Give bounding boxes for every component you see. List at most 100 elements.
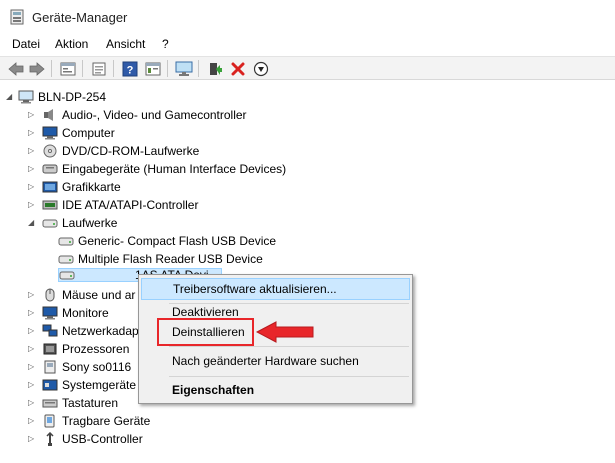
expand-icon[interactable]: ▷: [28, 435, 36, 443]
expand-icon[interactable]: ▷: [28, 381, 36, 389]
tree-category-row[interactable]: ▷ USB-Controller: [28, 430, 143, 448]
network-icon: [42, 324, 58, 338]
expand-icon[interactable]: ▷: [28, 129, 36, 137]
dvd-icon: [42, 144, 58, 158]
expand-icon[interactable]: ▷: [28, 363, 36, 371]
portable-icon: [42, 414, 58, 428]
tree-category-row[interactable]: ▷ DVD/CD-ROM-Laufwerke: [28, 142, 200, 160]
tree-category-row[interactable]: ▷ IDE ATA/ATAPI-Controller: [28, 196, 199, 214]
tree-category-row[interactable]: ◢ Laufwerke: [28, 214, 118, 232]
menu-item-label: Nach geänderter Hardware suchen: [172, 354, 359, 368]
tree-item-label: Eingabegeräte (Human Interface Devices): [62, 162, 287, 176]
expand-icon[interactable]: ▷: [28, 201, 36, 209]
collapse-icon[interactable]: ◢: [6, 93, 14, 101]
monitor-icon[interactable]: [175, 60, 193, 77]
expand-icon[interactable]: ▷: [28, 309, 36, 317]
display-adapter-icon: [42, 180, 58, 194]
annotation-arrow-icon: [255, 321, 314, 346]
drive-icon: [42, 216, 58, 230]
menu-item-properties[interactable]: Eigenschaften: [141, 379, 410, 401]
tree-item-label: Multiple Flash Reader USB Device: [78, 252, 263, 266]
tree-item-label: Computer: [62, 126, 115, 140]
drive-icon: [58, 252, 74, 266]
window-title: Geräte-Manager: [32, 10, 128, 25]
tree-item-label: Netzwerkadap: [62, 324, 139, 338]
menu-ansicht[interactable]: Ansicht: [106, 37, 145, 51]
tree-device-row[interactable]: Multiple Flash Reader USB Device: [58, 250, 263, 268]
mouse-icon: [42, 288, 58, 302]
tree-item-label: USB-Controller: [62, 432, 143, 446]
monitor-icon: [42, 306, 58, 320]
tree-device-row[interactable]: Generic- Compact Flash USB Device: [58, 232, 276, 250]
tree-category-row[interactable]: ▷ Prozessoren: [28, 340, 130, 358]
expand-icon[interactable]: ▷: [28, 399, 36, 407]
audio-icon: [42, 108, 58, 122]
menu-datei[interactable]: Datei: [12, 37, 40, 51]
tree-item-label: Sony so0116: [62, 360, 132, 374]
expand-icon[interactable]: ▷: [28, 291, 36, 299]
expand-icon[interactable]: ▷: [28, 345, 36, 353]
tree-item-label: Laufwerke: [62, 216, 118, 230]
menu-bar: Datei Aktion Ansicht ?: [0, 34, 615, 54]
tree-item-label: Mäuse und ar: [62, 288, 136, 302]
tree-item-label: Grafikkarte: [62, 180, 121, 194]
tree-item-label: DVD/CD-ROM-Laufwerke: [62, 144, 200, 158]
tree-category-row[interactable]: ▷ Audio-, Video- und Gamecontroller: [28, 106, 247, 124]
tree-item-label: Tragbare Geräte: [62, 414, 151, 428]
toolbar-separator: [167, 60, 168, 77]
device-manager-app-icon: [10, 9, 24, 25]
expand-icon[interactable]: ▷: [28, 183, 36, 191]
hid-icon: [42, 162, 58, 176]
tree-item-label: Audio-, Video- und Gamecontroller: [62, 108, 247, 122]
expand-icon[interactable]: ▷: [28, 111, 36, 119]
computer-icon: [18, 90, 34, 104]
menu-item-label: Deaktivieren: [172, 305, 239, 319]
menu-separator: [169, 376, 409, 377]
tree-category-row[interactable]: ▷ Computer: [28, 124, 115, 142]
tree-category-row[interactable]: ▷ Eingabegeräte (Human Interface Devices): [28, 160, 287, 178]
collapse-icon[interactable]: ◢: [28, 219, 36, 227]
uninstall-x-icon[interactable]: [229, 60, 247, 77]
expand-icon[interactable]: ▷: [28, 165, 36, 173]
menu-aktion[interactable]: Aktion: [55, 37, 88, 51]
tree-category-row[interactable]: ▷ Grafikkarte: [28, 178, 121, 196]
view-icon[interactable]: [144, 60, 162, 77]
menu-item-update-driver[interactable]: Treibersoftware aktualisieren...: [141, 278, 410, 300]
tree-root[interactable]: ◢ BLN-DP-254: [6, 88, 106, 106]
help-icon[interactable]: ?: [121, 60, 139, 77]
expand-icon[interactable]: ▷: [28, 417, 36, 425]
properties-icon[interactable]: [59, 60, 77, 77]
tree-item-label: Monitore: [62, 306, 109, 320]
menu-item-scan-hardware[interactable]: Nach geänderter Hardware suchen: [141, 350, 410, 372]
menu-help[interactable]: ?: [162, 37, 169, 51]
menu-separator: [169, 346, 409, 347]
tree-item-label: Systemgeräte: [62, 378, 137, 392]
toolbar-separator: [82, 60, 83, 77]
tree-category-row[interactable]: ▷ Mäuse und ar: [28, 286, 136, 304]
toolbar-separator: [113, 60, 114, 77]
update-driver-icon[interactable]: [206, 60, 224, 77]
cpu-icon: [42, 342, 58, 356]
device-icon: [42, 360, 58, 374]
tree-category-row[interactable]: ▷ Monitore: [28, 304, 109, 322]
expand-icon[interactable]: ▷: [28, 327, 36, 335]
tree-category-row[interactable]: ▷ Systemgeräte: [28, 376, 137, 394]
toolbar: ?: [0, 56, 615, 80]
expand-icon[interactable]: ▷: [28, 147, 36, 155]
tree-category-row[interactable]: ▷ Sony so0116: [28, 358, 132, 376]
toolbar-separator: [51, 60, 52, 77]
disable-down-icon[interactable]: [252, 60, 270, 77]
tree-item-label: IDE ATA/ATAPI-Controller: [62, 198, 199, 212]
forward-arrow-icon[interactable]: [28, 60, 46, 77]
svg-text:?: ?: [127, 64, 134, 76]
drive-icon: [58, 234, 74, 248]
tree-category-row[interactable]: ▷ Tastaturen: [28, 394, 119, 412]
usb-icon: [42, 431, 58, 446]
tree-item-label: Tastaturen: [62, 396, 119, 410]
system-icon: [42, 378, 58, 392]
back-arrow-icon[interactable]: [7, 60, 25, 77]
tree-item-label: Prozessoren: [62, 342, 130, 356]
console-icon[interactable]: [90, 60, 108, 77]
tree-category-row[interactable]: ▷ Tragbare Geräte: [28, 412, 151, 430]
tree-category-row[interactable]: ▷ Netzwerkadap: [28, 322, 139, 340]
